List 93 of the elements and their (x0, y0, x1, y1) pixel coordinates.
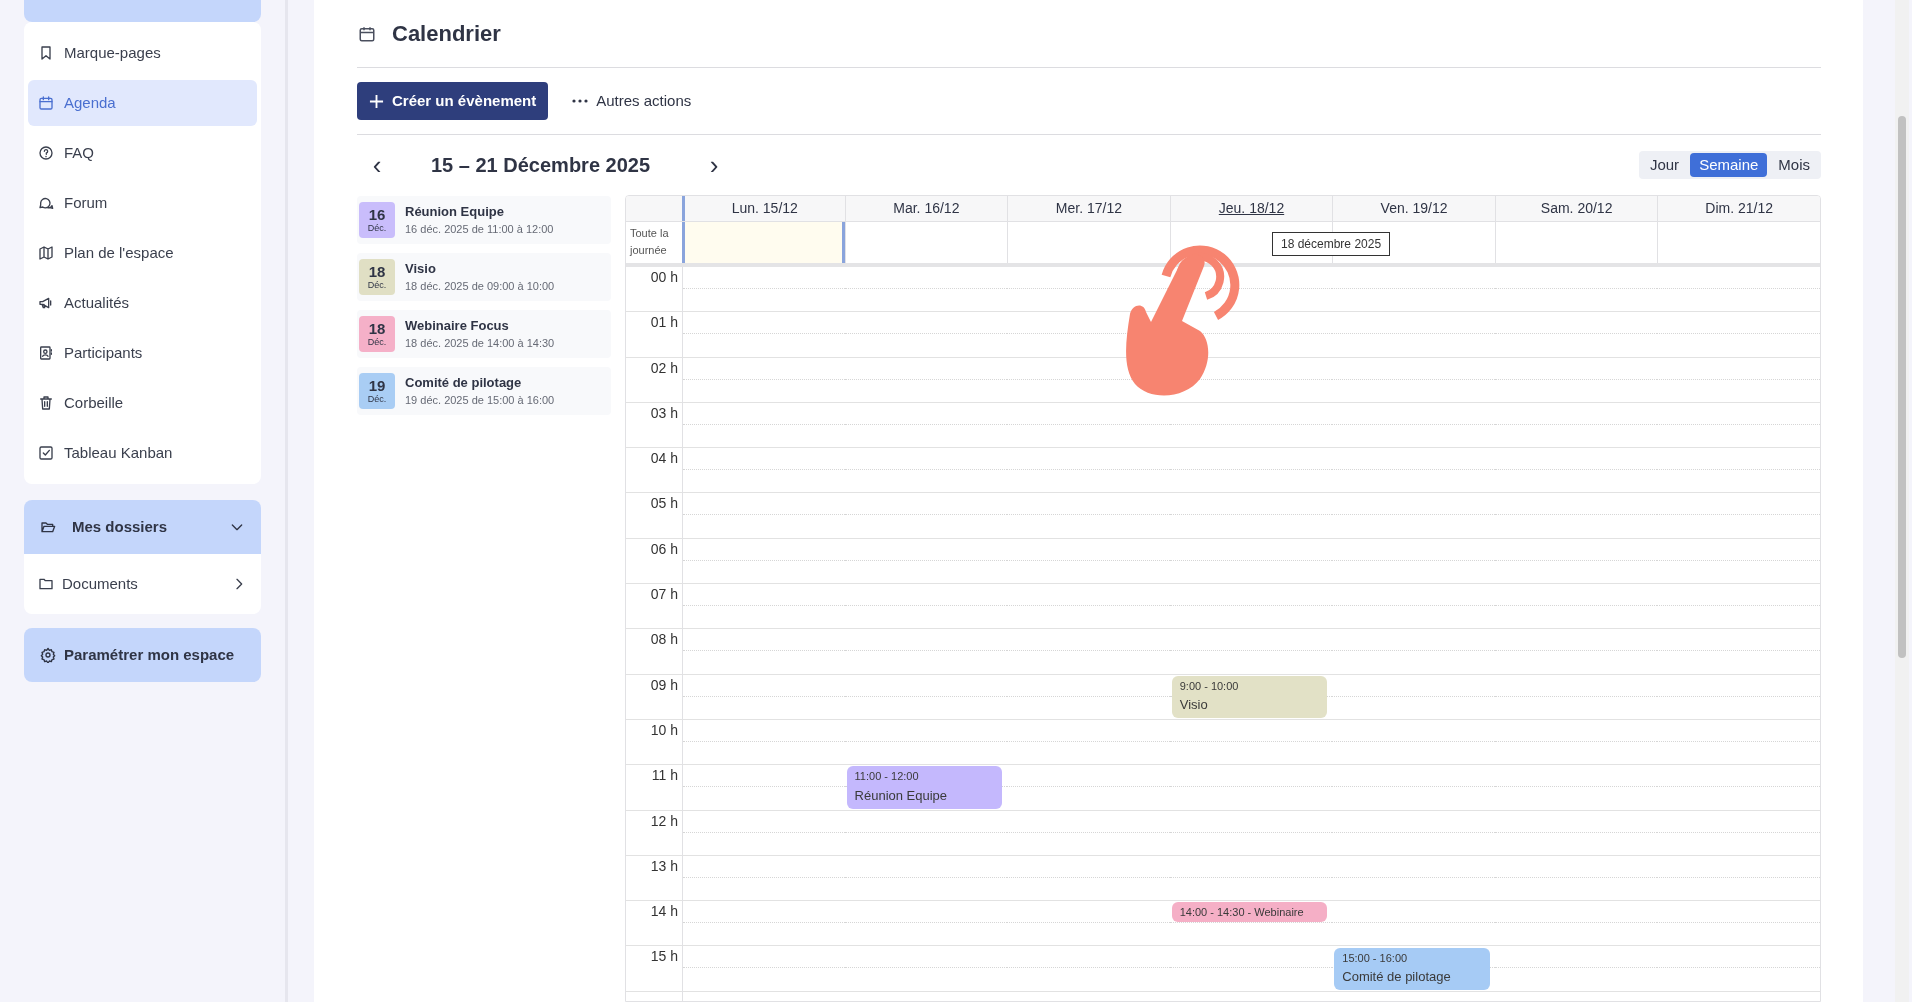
sidebar-item[interactable]: Plan de l'espace (28, 230, 257, 276)
view-tab[interactable]: Mois (1769, 153, 1819, 177)
hour-label: 01 h (650, 314, 678, 331)
sidebar-item[interactable]: Participants (28, 330, 257, 376)
event-title: Réunion Equipe (405, 203, 505, 220)
hour-label: 07 h (650, 586, 678, 603)
megaphone-icon (38, 295, 54, 311)
day-header[interactable]: Sam. 20/12 (1494, 196, 1658, 221)
hour-label: 09 h (650, 676, 678, 693)
event-date: 18 déc. 2025 de 09:00 à 10:00 (405, 279, 555, 294)
date-range-title: 15 – 21 Décembre 2025 (431, 153, 652, 178)
page-title: Calendrier (392, 20, 501, 48)
day-header[interactable]: Jeu. 18/12 (1169, 196, 1333, 221)
hour-label: 05 h (650, 495, 678, 512)
month-label: Déc. (367, 395, 387, 404)
hour-label: 11 h (651, 767, 678, 784)
sidebar-item[interactable]: FAQ (28, 130, 257, 176)
sidebar-item[interactable]: Actualités (28, 280, 257, 326)
hour-label: 15 h (650, 948, 678, 965)
event-time: 9:00 - 10:00 (1179, 678, 1240, 694)
sidebar-item[interactable]: Corbeille (28, 380, 257, 426)
event-card[interactable]: 16 Déc. Réunion Equipe 16 déc. 2025 de 11:00 à 12:00 (357, 196, 611, 244)
plus-icon (369, 93, 384, 109)
month-label: Déc. (367, 224, 387, 233)
hour-label: 08 h (650, 631, 678, 648)
hour-label: 02 h (650, 359, 678, 376)
contact-card-icon (38, 345, 54, 361)
calendar-icon (358, 24, 376, 43)
day-number: 16 (368, 207, 386, 222)
calendar-event[interactable]: 15:00 - 16:00 Comité de pilotage (1334, 947, 1490, 990)
chat-bubbles-icon (38, 195, 54, 211)
hour-label: 10 h (650, 721, 678, 738)
trash-icon (38, 395, 54, 411)
all-day-label: Toute la journée (628, 226, 670, 258)
month-label: Déc. (367, 338, 387, 347)
date-tooltip: 18 décembre 2025 (1272, 232, 1391, 256)
folder-icon (38, 576, 54, 592)
view-tab[interactable]: Jour (1640, 153, 1689, 177)
next-button[interactable]: › (699, 152, 729, 178)
event-card[interactable]: 19 Déc. Comité de pilotage 19 déc. 2025 de 15:00 à 16:00 (357, 367, 611, 415)
hour-label: 14 h (650, 903, 678, 920)
event-title: Comité de pilotage (1342, 968, 1452, 986)
event-title: Réunion Equipe (854, 786, 949, 805)
day-header[interactable]: Mer. 17/12 (1007, 196, 1170, 221)
hour-label: 13 h (650, 857, 678, 874)
calendar-event[interactable]: 9:00 - 10:00 Visio (1171, 675, 1328, 718)
folder-icon (40, 519, 56, 535)
previous-button[interactable]: ‹ (357, 152, 397, 178)
sidebar-item[interactable]: Marque-pages (28, 30, 257, 76)
event-title: Comité de pilotage (405, 374, 523, 391)
event-date: 16 déc. 2025 de 11:00 à 12:00 (405, 222, 554, 237)
folders-header[interactable]: Mes dossiers (24, 500, 261, 554)
event-time: 14:00 - 14:30 - Webinaire (1179, 905, 1305, 921)
day-number: 18 (368, 321, 386, 336)
gear-icon (40, 647, 56, 663)
event-card[interactable]: 18 Déc. Visio 18 déc. 2025 de 09:00 à 10:00 (357, 253, 611, 301)
sidebar-item[interactable]: Forum (28, 180, 257, 226)
event-title: Webinaire Focus (405, 317, 510, 334)
more-icon (572, 99, 589, 103)
settings-button[interactable]: Paramétrer mon espace (24, 628, 261, 682)
hour-label: 00 h (650, 269, 678, 285)
event-date: 18 déc. 2025 de 14:00 à 14:30 (405, 336, 555, 351)
day-header[interactable]: Ven. 19/12 (1332, 196, 1495, 221)
sidebar-item[interactable]: Agenda (28, 80, 257, 126)
event-card[interactable]: 18 Déc. Webinaire Focus 18 déc. 2025 de 14:00 à 14:30 (357, 310, 611, 358)
event-title: Visio (1179, 696, 1209, 715)
event-date: 19 déc. 2025 de 15:00 à 16:00 (405, 393, 555, 408)
sidebar-item[interactable]: Tableau Kanban (28, 430, 257, 476)
sidebar-button[interactable] (24, 0, 261, 22)
hour-label: 06 h (650, 540, 678, 557)
day-header[interactable]: Mar. 16/12 (844, 196, 1008, 221)
calendar-event[interactable]: 11:00 - 12:00 Réunion Equipe (846, 766, 1003, 809)
bookmark-icon (38, 45, 54, 61)
event-time: 11:00 - 12:00 (854, 769, 920, 785)
checkbox-icon (38, 445, 54, 461)
event-time: 15:00 - 16:00 (1342, 950, 1409, 966)
month-label: Déc. (367, 281, 387, 290)
map-icon (38, 245, 54, 261)
more-actions-button[interactable]: Autres actions (572, 82, 692, 120)
scrollbar[interactable] (1895, 0, 1909, 1002)
hour-label: 04 h (650, 450, 678, 467)
event-title: Visio (405, 260, 437, 277)
hour-label: 03 h (650, 404, 678, 421)
day-header[interactable]: Dim. 21/12 (1657, 196, 1820, 221)
day-number: 19 (368, 378, 386, 393)
create-event-button[interactable]: Créer un évènement (357, 82, 549, 120)
hour-label: 12 h (650, 812, 678, 829)
day-number: 18 (368, 264, 386, 279)
calendar-event[interactable]: 14:00 - 14:30 - Webinaire (1171, 902, 1328, 922)
help-icon (38, 145, 54, 161)
view-tab[interactable]: Semaine (1690, 153, 1768, 177)
calendar-icon (38, 95, 54, 111)
all-day-cell[interactable] (682, 222, 845, 263)
